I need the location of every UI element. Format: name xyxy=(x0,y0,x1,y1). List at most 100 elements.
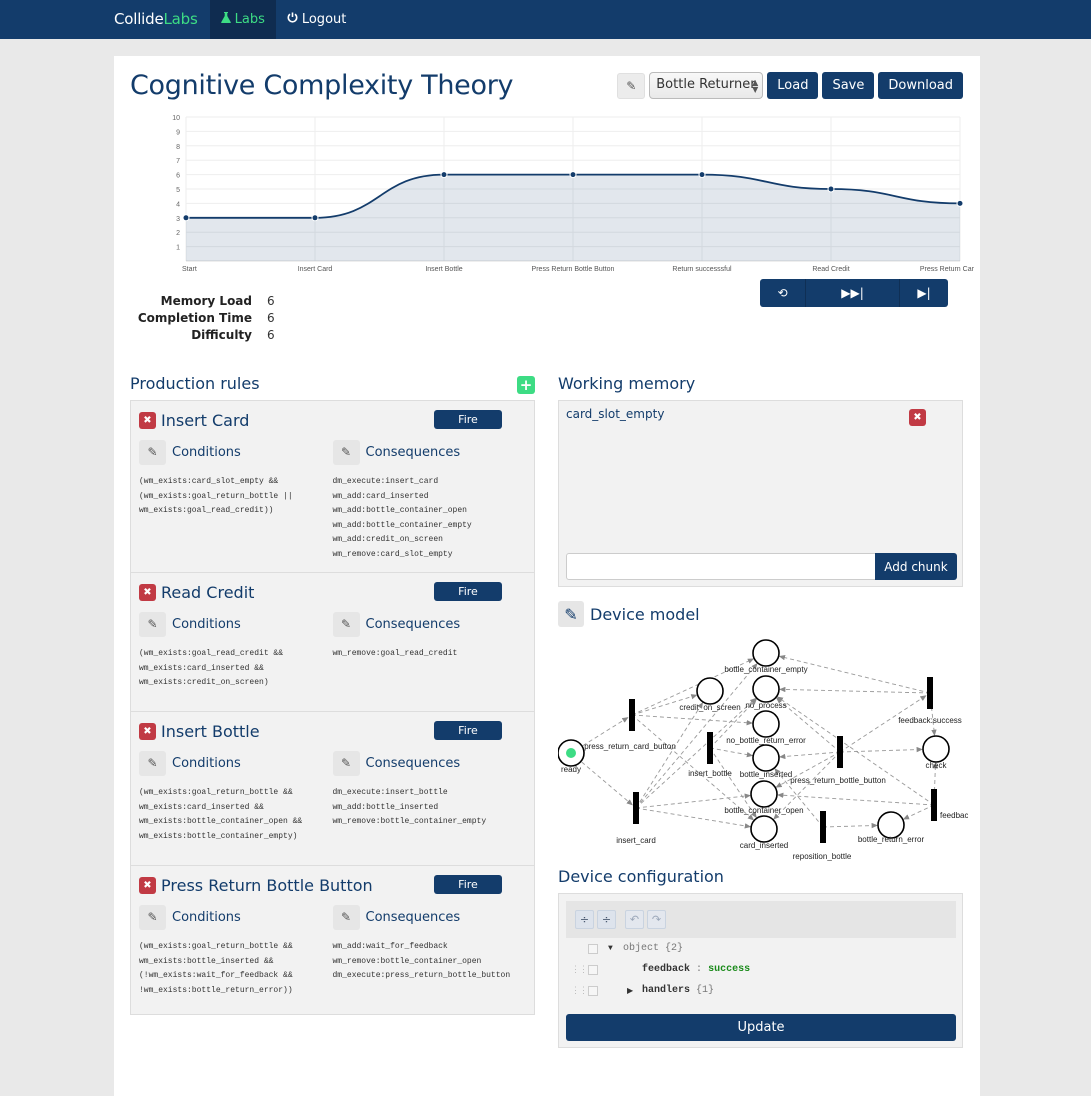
drag-handle-icon[interactable]: ⋮⋮ xyxy=(571,965,588,975)
delete-rule-button[interactable]: ✖ xyxy=(139,411,156,429)
consequences-label: Consequences xyxy=(365,444,461,460)
edit-conditions-button[interactable]: ✎ xyxy=(139,611,166,637)
transition-label: insert_card xyxy=(616,836,656,845)
download-button[interactable]: Download xyxy=(878,72,963,99)
conditions-column: ✎ Conditions (wm_exists:goal_return_bottle… xyxy=(139,750,333,844)
flask-icon xyxy=(220,0,231,39)
stat-label: Memory Load xyxy=(160,293,252,308)
reset-icon: ⟲ xyxy=(777,286,788,300)
root-label: object {2} xyxy=(623,943,684,954)
place-no-bottle-return-error xyxy=(752,710,780,738)
chunk-input[interactable] xyxy=(566,553,876,580)
edit-consequences-button[interactable]: ✎ xyxy=(332,611,360,637)
field-value[interactable]: success xyxy=(708,964,750,975)
update-button[interactable]: Update xyxy=(566,1014,956,1041)
reset-button[interactable]: ⟲ xyxy=(760,279,806,307)
power-icon xyxy=(287,0,298,39)
graph-edge xyxy=(778,654,931,694)
close-icon: ✖ xyxy=(143,879,152,891)
place-label: credit_on_screen xyxy=(679,703,740,712)
nav-item-labs[interactable]: Labs xyxy=(209,0,276,39)
edit-conditions-button[interactable]: ✎ xyxy=(139,904,166,930)
expand-triangle-icon[interactable]: ▼ xyxy=(608,944,613,953)
main-container: Cognitive Complexity Theory ✎ Bottle Ret… xyxy=(114,56,980,1096)
collapse-icon: ÷ xyxy=(601,913,612,926)
place-label: ready xyxy=(561,765,581,774)
place-bottle-inserted xyxy=(752,744,780,772)
place-label: card_inserted xyxy=(740,841,788,850)
conditions-code: (wm_exists:goal_return_bottle && wm_exis… xyxy=(139,788,303,841)
rule-card: ✖ Insert Bottle Fire ✎ Conditions (wm_exists:… xyxy=(131,712,534,866)
consequences-header: ✎ Consequences xyxy=(332,611,527,637)
remove-chunk-button[interactable]: ✖ xyxy=(909,409,926,426)
field-key: handlers xyxy=(642,985,691,996)
rule-card: ✖ Insert Card Fire ✎ Conditions (wm_exists:ca… xyxy=(131,401,534,573)
consequences-column: ✎ Consequences dm_execute:insert_card wm_a… xyxy=(332,439,527,562)
field-row: feedback : success xyxy=(642,964,751,975)
conditions-code: (wm_exists:goal_read_credit && wm_exists… xyxy=(139,649,284,687)
data-point xyxy=(698,171,706,179)
working-memory-panel: card_slot_empty ✖ Add chunk xyxy=(558,400,963,587)
brand-accent: Labs xyxy=(163,10,198,28)
nav-labs-label: Labs xyxy=(234,12,265,27)
production-rules-heading: Production rules xyxy=(130,374,260,393)
x-tick-label: Insert Bottle xyxy=(425,266,462,273)
row-checkbox[interactable] xyxy=(588,943,598,954)
y-tick-label: 8 xyxy=(176,144,180,151)
fire-button[interactable]: Fire xyxy=(434,875,502,894)
conditions-column: ✎ Conditions (wm_exists:goal_read_credit &… xyxy=(139,611,333,691)
expand-all-button[interactable]: ÷ xyxy=(575,910,594,929)
edit-conditions-button[interactable]: ✎ xyxy=(139,439,166,465)
edit-icon: ✎ xyxy=(147,910,158,924)
json-editor-toolbar: ÷ ÷ ↶ ↷ xyxy=(566,901,956,938)
delete-rule-button[interactable]: ✖ xyxy=(139,876,156,894)
device-model-header: ✎ Device model xyxy=(558,601,700,627)
edit-icon: ✎ xyxy=(340,910,352,924)
load-button[interactable]: Load xyxy=(767,72,819,99)
delete-rule-button[interactable]: ✖ xyxy=(139,583,156,601)
row-checkbox[interactable] xyxy=(588,985,598,996)
place-bottle-container-open xyxy=(750,780,778,808)
nav-item-logout[interactable]: Logout xyxy=(276,0,358,39)
conditions-column: ✎ Conditions (wm_exists:card_slot_empty &&… xyxy=(139,439,333,562)
expand-triangle-icon[interactable]: ▶ xyxy=(627,986,633,996)
edit-icon: ✎ xyxy=(147,445,158,459)
brand-logo[interactable]: CollideLabs xyxy=(114,0,198,39)
place-label: check xyxy=(926,761,948,770)
add-chunk-button[interactable]: Add chunk xyxy=(875,553,957,580)
run-all-button[interactable]: ▶▶| xyxy=(806,279,900,307)
stat-label: Completion Time xyxy=(137,310,252,325)
step-button[interactable]: ▶| xyxy=(900,279,948,307)
add-rule-button[interactable]: + xyxy=(517,376,535,394)
undo-icon: ↶ xyxy=(629,913,640,926)
place-bottle-container-empty xyxy=(752,639,780,667)
delete-rule-button[interactable]: ✖ xyxy=(139,722,156,740)
edit-consequences-button[interactable]: ✎ xyxy=(332,904,360,930)
drag-handle-icon[interactable]: ⋮⋮ xyxy=(571,986,588,996)
rule-card: ✖ Press Return Bottle Button Fire ✎ Conditio… xyxy=(131,866,534,1014)
model-select[interactable]: Bottle Returner ▲ ▼ xyxy=(649,72,764,99)
rule-columns: ✎ Conditions (wm_exists:card_slot_empty &&… xyxy=(139,439,526,562)
undo-button[interactable]: ↶ xyxy=(625,910,644,929)
place-label: bottle_inserted xyxy=(740,770,792,779)
edit-consequences-button[interactable]: ✎ xyxy=(332,750,360,776)
y-tick-label: 2 xyxy=(176,230,180,237)
stat-value: 6 xyxy=(267,293,275,308)
y-tick-label: 6 xyxy=(176,173,180,180)
fire-button[interactable]: Fire xyxy=(434,721,502,740)
save-button[interactable]: Save xyxy=(822,72,875,99)
fire-button[interactable]: Fire xyxy=(434,582,502,601)
graph-edge xyxy=(839,746,923,753)
edit-icon: ✎ xyxy=(340,445,352,459)
redo-button[interactable]: ↷ xyxy=(647,910,666,929)
row-checkbox[interactable] xyxy=(588,964,598,975)
fire-button[interactable]: Fire xyxy=(434,410,502,429)
collapse-all-button[interactable]: ÷ xyxy=(597,910,616,929)
edit-model-button[interactable]: ✎ xyxy=(617,72,646,99)
edit-device-model-button[interactable]: ✎ xyxy=(558,601,584,627)
graph-edge xyxy=(779,686,931,694)
stat-label: Difficulty xyxy=(191,327,252,342)
device-configuration-heading: Device configuration xyxy=(558,867,724,886)
edit-conditions-button[interactable]: ✎ xyxy=(139,750,166,776)
edit-consequences-button[interactable]: ✎ xyxy=(332,439,360,465)
